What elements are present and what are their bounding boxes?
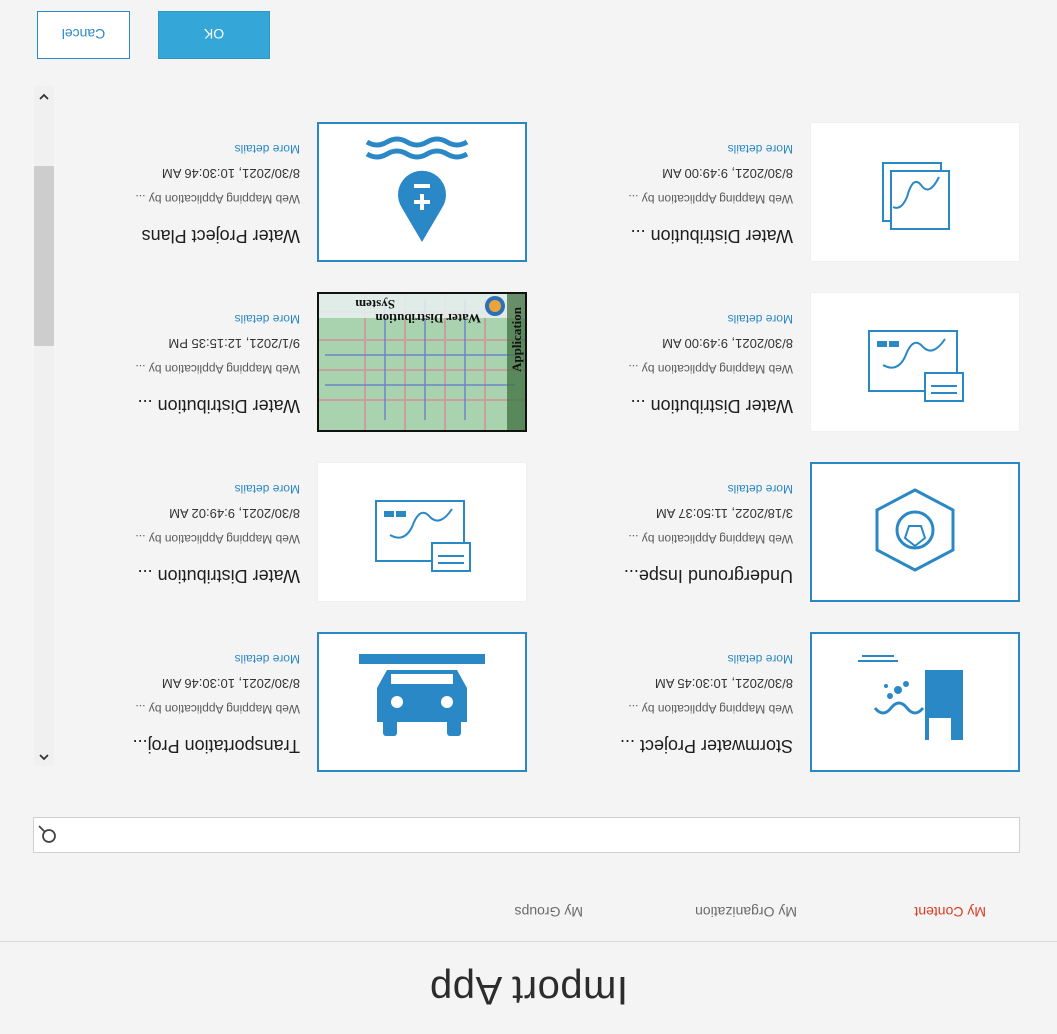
card-date: 3/18/2022, 11:50:37 AM (655, 506, 793, 521)
card-thumbnail[interactable] (810, 122, 1020, 262)
card-thumbnail[interactable] (810, 462, 1020, 602)
cancel-button[interactable]: Cancel (37, 11, 130, 59)
water-plus-pin-icon (365, 136, 469, 242)
stormwater-thumbnail-icon (858, 655, 963, 740)
card-type: Web Mapping Application by ... (628, 532, 793, 546)
card-date: 9/1/2021, 12:15:35 PM (168, 336, 300, 351)
card-thumbnail[interactable] (317, 462, 527, 602)
more-details-link[interactable]: More details (728, 652, 793, 666)
chevron-down-icon[interactable] (37, 90, 51, 104)
thumbnail-caption: System (355, 297, 395, 312)
more-details-link[interactable]: More details (235, 482, 300, 496)
more-details-link[interactable]: More details (235, 312, 300, 326)
app-results-grid: Stormwater Project ... Web Mapping Appli… (0, 94, 1057, 794)
dialog-footer: OK Cancel (0, 0, 1057, 59)
thumbnail-caption: Water Distribution (375, 311, 481, 326)
app-card-water-distribution-2[interactable]: Water Distribution ... Web Mapping Appli… (530, 292, 1020, 432)
car-icon (359, 654, 485, 736)
card-title[interactable]: Water Project Plans (142, 225, 300, 246)
more-details-link[interactable]: More details (728, 312, 793, 326)
card-type: Web Mapping Application by ... (135, 362, 300, 376)
card-thumbnail[interactable] (810, 292, 1020, 432)
card-date: 8/30/2021, 9:49:00 AM (662, 336, 793, 351)
app-card-water-distribution-3[interactable]: Water Distribution System Application Wa… (37, 292, 527, 432)
card-date: 8/30/2021, 9:49:00 AM (662, 166, 793, 181)
card-type: Web Mapping Application by ... (628, 702, 793, 716)
map-document-icon (375, 500, 471, 572)
app-card-water-distribution-1[interactable]: Water Distribution ... Web Mapping Appli… (37, 462, 527, 602)
tab-my-groups[interactable]: My Groups (515, 904, 583, 920)
card-title[interactable]: Water Distribution ... (631, 395, 793, 416)
card-thumbnail[interactable]: Water Distribution System Application (317, 292, 527, 432)
chevron-up-icon[interactable] (37, 750, 51, 764)
search-icon[interactable] (37, 824, 57, 844)
app-card-underground-inspection[interactable]: Underground Inspe... Web Mapping Applica… (530, 462, 1020, 602)
more-details-link[interactable]: More details (235, 142, 300, 156)
card-type: Web Mapping Application by ... (135, 702, 300, 716)
import-app-dialog: Import App My Content My Organization My… (0, 0, 1057, 1034)
card-title[interactable]: Water Distribution ... (138, 565, 300, 586)
more-details-link[interactable]: More details (728, 482, 793, 496)
card-title[interactable]: Water Distribution ... (138, 395, 300, 416)
ok-button[interactable]: OK (158, 11, 270, 59)
tab-my-organization[interactable]: My Organization (695, 904, 797, 920)
app-card-water-distribution-4[interactable]: Water Distribution ... Web Mapping Appli… (530, 122, 1020, 262)
card-date: 8/30/2021, 10:30:46 AM (161, 166, 300, 181)
card-thumbnail[interactable] (317, 122, 527, 262)
results-scrollbar[interactable] (34, 86, 54, 766)
card-title[interactable]: Underground Inspe... (624, 565, 793, 586)
app-card-stormwater[interactable]: Stormwater Project ... Web Mapping Appli… (530, 632, 1020, 772)
app-card-transportation[interactable]: Transportation Proj... Web Mapping Appli… (37, 632, 527, 772)
card-date: 8/30/2021, 10:30:46 AM (161, 676, 300, 691)
experience-builder-icon (875, 488, 955, 572)
app-card-water-project-plans[interactable]: Water Project Plans Web Mapping Applicat… (37, 122, 527, 262)
thumbnail-caption: Application (509, 306, 524, 372)
map-document-icon (868, 330, 964, 402)
tab-bar: My Content My Organization My Groups (0, 890, 1057, 920)
card-type: Web Mapping Application by ... (628, 192, 793, 206)
card-type: Web Mapping Application by ... (628, 362, 793, 376)
card-thumbnail[interactable] (810, 632, 1020, 772)
card-title[interactable]: Stormwater Project ... (620, 735, 793, 756)
card-date: 8/30/2021, 9:49:02 AM (169, 506, 300, 521)
tab-my-content[interactable]: My Content (914, 904, 986, 920)
search-input[interactable] (33, 817, 1020, 853)
dialog-header: Import App (0, 941, 1057, 1034)
more-details-link[interactable]: More details (728, 142, 793, 156)
more-details-link[interactable]: More details (235, 652, 300, 666)
scrollbar-thumb[interactable] (34, 166, 54, 346)
map-layers-icon (882, 162, 950, 230)
card-thumbnail[interactable] (317, 632, 527, 772)
card-type: Web Mapping Application by ... (135, 532, 300, 546)
dialog-title: Import App (429, 968, 628, 1012)
card-title[interactable]: Water Distribution ... (631, 225, 793, 246)
card-title[interactable]: Transportation Proj... (133, 735, 300, 756)
card-date: 8/30/2021, 10:30:45 AM (654, 676, 793, 691)
card-type: Web Mapping Application by ... (135, 192, 300, 206)
